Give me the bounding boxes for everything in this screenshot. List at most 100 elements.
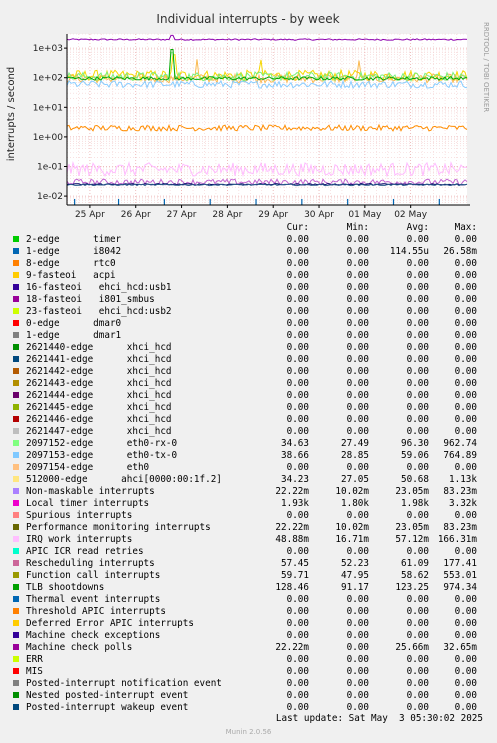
legend-label: 2621442-edge xhci_hcd	[26, 366, 172, 377]
legend-row: 2621440-edge xhci_hcd 0.00 0.00 0.00 0.00	[12, 342, 490, 354]
legend-row: Local timer interrupts 1.93k 1.80k 1.98k 3.3…	[12, 498, 490, 510]
legend-max: 0.00	[454, 330, 477, 341]
legend-label: 2097154-edge eth0	[26, 462, 150, 473]
legend-row: Deferred Error APIC interrupts 0.00 0.00 0.…	[12, 618, 490, 630]
legend-label: MIS	[26, 666, 43, 677]
legend-label: Threshold APIC interrupts	[26, 606, 166, 617]
legend-swatch	[13, 620, 19, 626]
legend-row: 2-edge timer 0.00 0.00 0.00 0.00	[12, 234, 490, 246]
legend-swatch	[13, 260, 19, 266]
legend-swatch	[13, 452, 19, 458]
legend-max: 0.00	[454, 258, 477, 269]
legend-row: ERR 0.00 0.00 0.00 0.00	[12, 654, 490, 666]
legend-row: 2097152-edge eth0-rx-0 34.63 27.49 96.30 962…	[12, 438, 490, 450]
legend-row: Rescheduling interrupts 57.45 52.23 61.09 17…	[12, 558, 490, 570]
header-max: Max:	[454, 222, 477, 233]
legend-row: Non-maskable interrupts 22.22m 10.02m 23.05…	[12, 486, 490, 498]
legend-swatch	[13, 656, 19, 662]
legend-row: Spurious interrupts 0.00 0.00 0.00 0.00	[12, 510, 490, 522]
legend-max: 0.00	[454, 342, 477, 353]
legend-max: 0.00	[454, 690, 477, 701]
legend-max: 0.00	[454, 390, 477, 401]
legend-swatch	[13, 704, 19, 710]
legend-label: 9-fasteoi acpi	[26, 270, 116, 281]
legend-row: 16-fasteoi ehci_hcd:usb1 0.00 0.00 0.00 0.00	[12, 282, 490, 294]
rrdtool-credit: RRDTOOL / TOBI OETIKER	[482, 22, 490, 112]
legend-row: Nested posted-interrupt event 0.00 0.00 0.0…	[12, 690, 490, 702]
legend-row: Function call interrupts 59.71 47.95 58.62 5…	[12, 570, 490, 582]
legend-swatch	[13, 680, 19, 686]
legend-swatch	[13, 392, 19, 398]
legend-swatch	[13, 404, 19, 410]
legend-label: 18-fasteoi i801_smbus	[26, 294, 155, 305]
legend-row: 1-edge dmar1 0.00 0.00 0.00 0.00	[12, 330, 490, 342]
y-tick-label: 1e-02	[37, 192, 63, 202]
legend-row: Posted-interrupt notification event 0.00 0…	[12, 678, 490, 690]
legend-row: Thermal event interrupts 0.00 0.00 0.00 0.00	[12, 594, 490, 606]
legend-swatch	[13, 440, 19, 446]
legend-row: 9-fasteoi acpi 0.00 0.00 0.00 0.00	[12, 270, 490, 282]
legend-swatch	[13, 416, 19, 422]
legend-row: Machine check polls 22.22m 0.00 25.66m 32.65…	[12, 642, 490, 654]
legend-swatch	[13, 464, 19, 470]
legend-max: 1.13k	[449, 474, 477, 485]
legend-row: 2621446-edge xhci_hcd 0.00 0.00 0.00 0.00	[12, 414, 490, 426]
legend-swatch	[13, 296, 19, 302]
legend-swatch	[13, 548, 19, 554]
legend-label: 2097152-edge eth0-rx-0	[26, 438, 178, 449]
legend-swatch	[13, 572, 19, 578]
legend-label: TLB shootdowns	[26, 582, 105, 593]
legend-row: 512000-edge ahci[0000:00:1f.2] 34.23 27.05…	[12, 474, 490, 486]
legend-row: 18-fasteoi i801_smbus 0.00 0.00 0.00 0.00	[12, 294, 490, 306]
legend-max: 26.58m	[443, 246, 477, 257]
legend-max: 0.00	[454, 270, 477, 281]
legend-row: 1-edge i8042 0.00 0.00 114.55u 26.58m	[12, 246, 490, 258]
legend-swatch	[13, 236, 19, 242]
legend-max: 0.00	[454, 234, 477, 245]
legend-max: 0.00	[454, 618, 477, 629]
legend-max: 32.65m	[443, 642, 477, 653]
legend-max: 0.00	[454, 402, 477, 413]
legend-swatch	[13, 584, 19, 590]
legend-row: Threshold APIC interrupts 0.00 0.00 0.00 0.0…	[12, 606, 490, 618]
legend-rows: 2-edge timer 0.00 0.00 0.00 0.00 1-edge i8042…	[12, 234, 490, 714]
legend-label: 2097153-edge eth0-tx-0	[26, 450, 178, 461]
legend-max: 764.89	[443, 450, 477, 461]
legend-label: 2621440-edge xhci_hcd	[26, 342, 172, 353]
legend-max: 553.01	[443, 570, 477, 581]
legend-row: 2621441-edge xhci_hcd 0.00 0.00 0.00 0.00	[12, 354, 490, 366]
chart: Individual interrupts - by week interrup…	[6, 12, 490, 220]
legend-max: 0.00	[454, 510, 477, 521]
y-tick-label: 1e+00	[33, 133, 64, 143]
legend-swatch	[13, 332, 19, 338]
legend-swatch	[13, 368, 19, 374]
legend-swatch	[13, 428, 19, 434]
y-tick-label: 1e+02	[33, 74, 63, 84]
legend-row: 23-fasteoi ehci_hcd:usb2 0.00 0.00 0.00 0.00	[12, 306, 490, 318]
legend-label: 2-edge timer	[26, 234, 122, 245]
legend-max: 974.34	[443, 582, 477, 593]
legend-label: 0-edge dmar0	[26, 318, 122, 329]
x-tick-label: 27 Apr	[167, 210, 197, 220]
legend-swatch	[13, 500, 19, 506]
legend-max: 0.00	[454, 546, 477, 557]
legend-row: 2621442-edge xhci_hcd 0.00 0.00 0.00 0.00	[12, 366, 490, 378]
legend-swatch	[13, 644, 19, 650]
legend-swatch	[13, 308, 19, 314]
last-update: Last update: Sat May 3 05:30:02 2025	[275, 713, 483, 724]
legend-max: 0.00	[454, 294, 477, 305]
legend-max: 0.00	[454, 414, 477, 425]
legend-row: 0-edge dmar0 0.00 0.00 0.00 0.00	[12, 318, 490, 330]
legend-swatch	[13, 596, 19, 602]
x-tick-label: 28 Apr	[212, 210, 242, 220]
y-tick-labels: 1e-02 1e-01 1e+00 1e+01 1e+02 1e+03	[33, 44, 64, 202]
legend-max: 0.00	[454, 306, 477, 317]
chart-title: Individual interrupts - by week	[156, 12, 339, 26]
legend-swatch	[13, 632, 19, 638]
legend-max: 83.23m	[443, 486, 477, 497]
legend-label: 512000-edge ahci[0000:00:1f.2]	[26, 474, 222, 485]
legend-max: 0.00	[454, 606, 477, 617]
legend-label: 2621441-edge xhci_hcd	[26, 354, 172, 365]
legend-max: 83.23m	[443, 522, 477, 533]
legend-label: Machine check polls	[26, 642, 133, 653]
